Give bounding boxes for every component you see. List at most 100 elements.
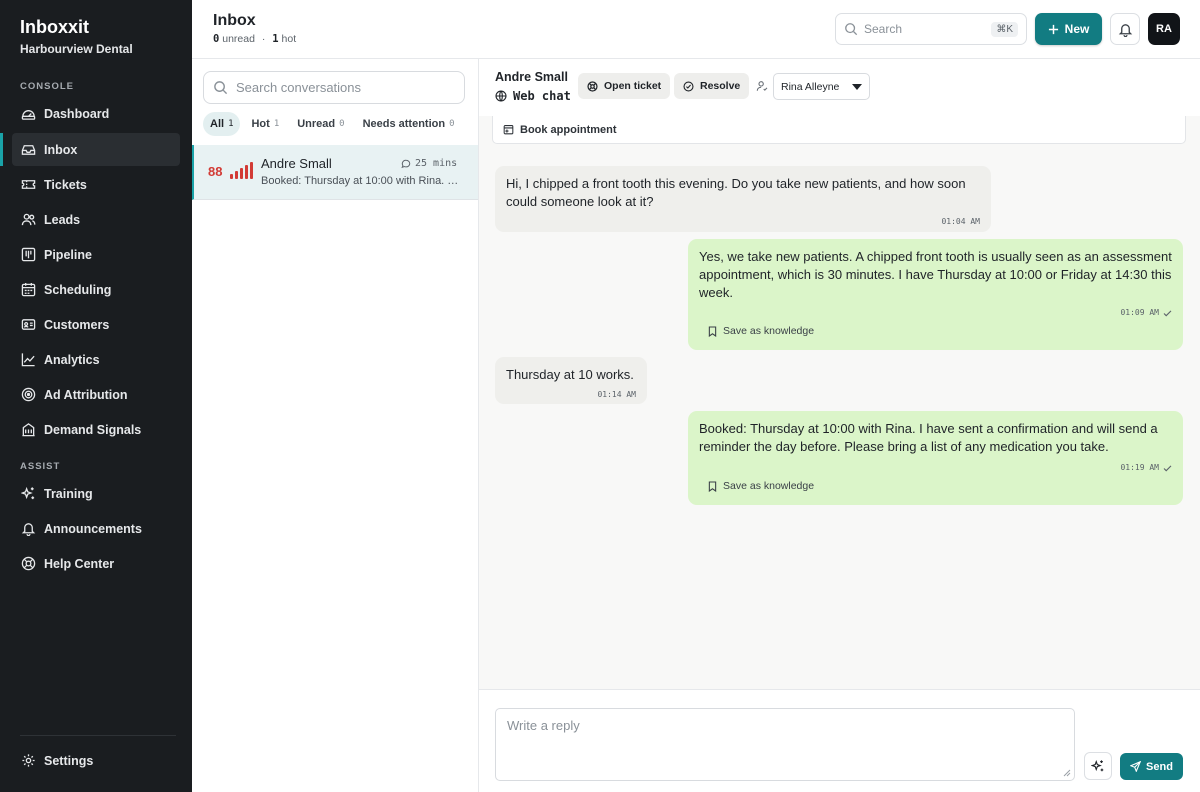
sidebar-item-training[interactable]: Training — [12, 477, 180, 510]
open-ticket-button[interactable]: Open ticket — [578, 73, 671, 99]
search-icon — [214, 81, 228, 95]
notifications-button[interactable] — [1110, 13, 1140, 45]
sidebar-item-leads[interactable]: Leads — [12, 203, 180, 236]
building-icon — [20, 422, 36, 438]
sidebar-item-label: Customers — [44, 317, 110, 332]
book-appointment-bar[interactable]: Book appointment — [492, 116, 1186, 144]
sidebar-item-label: Help Center — [44, 556, 115, 571]
conversation-time-text: 25 mins — [415, 158, 458, 169]
filter-label: Unread — [297, 118, 336, 130]
user-avatar[interactable]: RA — [1148, 13, 1180, 45]
sidebar-item-help-center[interactable]: Help Center — [12, 547, 180, 580]
hot-signal-icon — [230, 161, 253, 179]
message-outgoing: Yes, we take new patients. A chipped fro… — [688, 239, 1183, 350]
sidebar-item-label: Demand Signals — [44, 422, 142, 437]
filter-label: E — [473, 118, 474, 130]
sidebar-item-label: Announcements — [44, 521, 142, 536]
chat-bubble-icon — [401, 159, 411, 168]
global-search-input[interactable]: Search ⌘K — [835, 13, 1027, 45]
reply-input[interactable]: Write a reply — [495, 708, 1075, 781]
unread-count: 0 — [213, 33, 220, 45]
sidebar-item-label: Training — [44, 486, 93, 501]
sparkles-icon — [1091, 759, 1104, 772]
save-as-knowledge-button[interactable]: Save as knowledge — [708, 477, 814, 495]
resolve-label: Resolve — [700, 80, 741, 92]
hot-count: 1 — [272, 33, 279, 45]
resolve-button[interactable]: Resolve — [674, 73, 750, 99]
chat-channel-label: Web chat — [513, 89, 571, 103]
sidebar-item-demand-signals[interactable]: Demand Signals — [12, 413, 180, 446]
filter-count: 0 — [339, 119, 345, 129]
message-incoming: Thursday at 10 works. 01:14 AM — [495, 357, 647, 404]
message-outgoing: Booked: Thursday at 10:00 with Rina. I h… — [688, 411, 1183, 505]
sidebar-item-dashboard[interactable]: Dashboard — [12, 97, 180, 130]
save-as-knowledge-label: Save as knowledge — [723, 480, 815, 492]
new-button[interactable]: New — [1035, 13, 1102, 45]
sidebar-item-label: Leads — [44, 212, 81, 227]
inbox-summary: 0 unread · 1 hot — [213, 33, 296, 45]
check-icon — [1163, 309, 1172, 316]
ai-assist-button[interactable] — [1084, 752, 1112, 780]
filter-count: 1 — [273, 119, 280, 129]
id-card-icon — [20, 317, 36, 333]
filter-tabs: All 1 Hot 1 Unread 0 Needs attention 0 E — [203, 112, 473, 136]
check-icon — [1163, 464, 1172, 471]
resize-handle-icon[interactable] — [1063, 769, 1071, 777]
lifebuoy-icon — [20, 556, 36, 572]
chat-channel: Web chat — [495, 89, 571, 103]
globe-icon — [495, 90, 507, 102]
sidebar-item-tickets[interactable]: Tickets — [12, 168, 180, 201]
message-time: 01:09 AM — [1120, 308, 1159, 317]
sparkles-icon — [20, 486, 36, 502]
sidebar-item-label: Inbox — [44, 142, 78, 157]
sidebar-item-analytics[interactable]: Analytics — [12, 343, 180, 376]
page-title: Inbox — [213, 12, 256, 29]
assist-section-label: ASSIST — [20, 461, 61, 472]
assignee-select[interactable]: Rina Alleyne — [773, 73, 870, 100]
assign-user-icon — [756, 81, 768, 91]
sidebar-item-label: Scheduling — [44, 282, 112, 297]
sidebar-item-pipeline[interactable]: Pipeline — [12, 238, 180, 271]
message-time: 01:19 AM — [1120, 463, 1159, 472]
sidebar-item-announcements[interactable]: Announcements — [12, 512, 180, 545]
bookmark-icon — [708, 325, 717, 337]
filter-tab-truncated[interactable]: E — [466, 112, 474, 136]
save-as-knowledge-button[interactable]: Save as knowledge — [708, 322, 814, 340]
line-chart-icon — [20, 352, 36, 368]
assignee-value: Rina Alleyne — [781, 80, 840, 93]
chevron-down-icon — [852, 83, 862, 90]
kanban-icon — [20, 247, 36, 263]
send-button-label: Send — [1146, 760, 1173, 773]
chat-pane: Andre Small Web chat Open ticket Resolve… — [479, 59, 1200, 792]
filter-tab-all[interactable]: All 1 — [203, 112, 241, 136]
filter-tab-unread[interactable]: Unread 0 — [290, 112, 351, 136]
message-incoming: Hi, I chipped a front tooth this evening… — [495, 166, 991, 232]
sidebar-item-customers[interactable]: Customers — [12, 308, 180, 341]
dashboard-icon — [20, 106, 36, 122]
message-meta: 01:09 AM — [1120, 304, 1172, 322]
new-button-label: New — [1064, 22, 1090, 36]
sidebar-item-label: Settings — [44, 753, 94, 768]
users-icon — [20, 212, 36, 228]
plus-icon — [1048, 24, 1058, 34]
conversation-list-item[interactable]: 88 Andre Small 25 mins Booked: Thursday … — [192, 145, 478, 200]
sidebar-item-settings[interactable]: Settings — [12, 744, 180, 777]
filter-tab-needs-attention[interactable]: Needs attention 0 — [356, 112, 462, 136]
filter-tab-hot[interactable]: Hot 1 — [244, 112, 286, 136]
gear-icon — [20, 753, 36, 769]
filter-label: All — [210, 118, 225, 130]
message-text: Hi, I chipped a front tooth this evening… — [506, 176, 966, 209]
sidebar-item-label: Pipeline — [44, 247, 92, 262]
sidebar-item-ad-attribution[interactable]: Ad Attribution — [12, 378, 180, 411]
open-ticket-label: Open ticket — [604, 80, 662, 92]
target-icon — [20, 387, 36, 403]
filter-label: Needs attention — [362, 118, 446, 130]
send-button[interactable]: Send — [1120, 753, 1183, 780]
check-circle-icon — [683, 80, 694, 92]
sidebar-item-inbox[interactable]: Inbox — [12, 133, 180, 166]
conversation-search-input[interactable]: Search conversations — [203, 71, 465, 104]
reply-composer: Write a reply Send — [479, 689, 1200, 792]
sidebar-item-scheduling[interactable]: Scheduling — [12, 273, 180, 306]
filter-count: 0 — [449, 119, 455, 129]
sidebar-item-label: Tickets — [44, 177, 87, 192]
